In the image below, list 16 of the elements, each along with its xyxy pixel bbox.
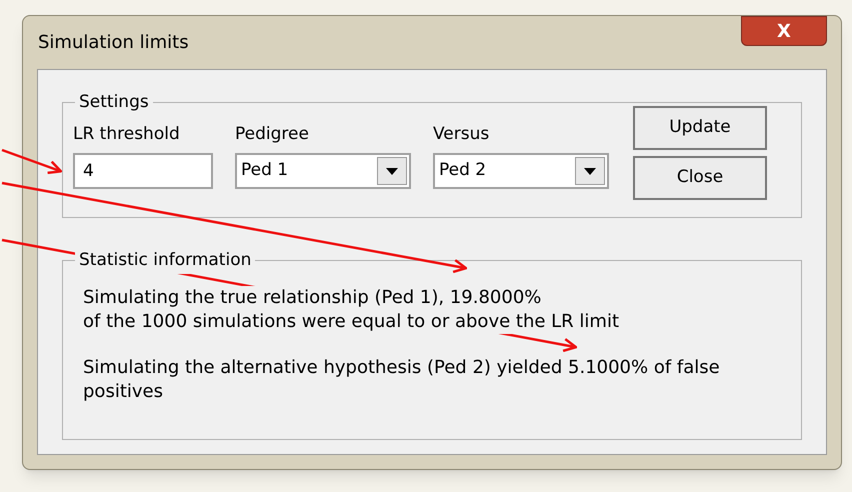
close-dialog-button[interactable]: Close: [633, 156, 767, 200]
input-field[interactable]: 4: [73, 153, 213, 189]
annotation-arrow: [2, 148, 62, 174]
field-label: Pedigree: [235, 122, 310, 146]
update-button[interactable]: Update: [633, 106, 767, 150]
info-text: of the 1000 simulations were equal to or above the LR limit: [83, 310, 620, 334]
dropdown-arrow-icon: [584, 168, 596, 174]
window-title: Simulation limits: [38, 31, 189, 55]
group-title: Settings: [78, 91, 150, 114]
dropdown-arrow-icon: [386, 168, 398, 174]
field-label: Versus: [433, 122, 490, 146]
window-close-button[interactable]: X: [741, 16, 827, 46]
dropdown[interactable]: Ped 1: [235, 153, 411, 189]
info-text: Simulating the true relationship (Ped 1), 19.8000%: [83, 286, 542, 310]
dropdown[interactable]: Ped 2: [433, 153, 609, 189]
field-label: LR threshold: [73, 122, 181, 146]
